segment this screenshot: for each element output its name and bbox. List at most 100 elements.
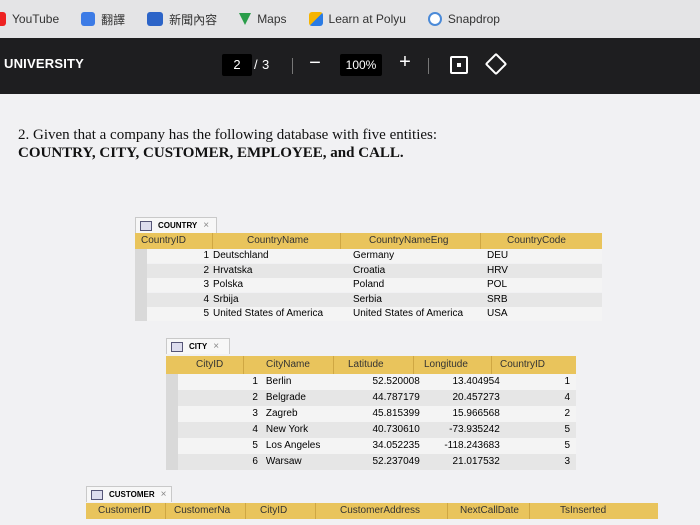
question-text: 2. Given that a company has the followin…: [18, 126, 437, 162]
table-cell[interactable]: Polska: [209, 278, 347, 292]
table-cell[interactable]: Warsaw: [262, 454, 348, 470]
table-row[interactable]: 3 Zagreb 45.815399 15.966568 2: [178, 406, 576, 422]
table-cell[interactable]: Croatia: [347, 264, 481, 278]
table-cell[interactable]: 4: [178, 422, 262, 438]
column-header[interactable]: CityID: [246, 503, 316, 519]
close-icon[interactable]: ×: [203, 220, 209, 231]
table-cell[interactable]: Hrvatska: [209, 264, 347, 278]
table-cell[interactable]: -118.243683: [424, 438, 504, 454]
column-header[interactable]: CustomerAddress: [316, 503, 448, 519]
column-header[interactable]: CustomerNa: [166, 503, 246, 519]
column-header[interactable]: CustomerID: [86, 503, 166, 519]
table-cell[interactable]: Los Angeles: [262, 438, 348, 454]
table-cell[interactable]: 2: [178, 390, 262, 406]
table-cell[interactable]: 4: [147, 293, 213, 307]
table-cell[interactable]: 2: [147, 264, 213, 278]
row-selector[interactable]: [135, 249, 147, 321]
customer-table-tab[interactable]: CUSTOMER ×: [86, 486, 172, 502]
country-table-tab[interactable]: COUNTRY ×: [135, 217, 217, 233]
table-icon: [140, 220, 152, 231]
table-cell[interactable]: 5: [504, 438, 576, 454]
rotate-icon[interactable]: [484, 52, 508, 76]
table-cell[interactable]: DEU: [481, 249, 602, 263]
table-cell[interactable]: 1: [147, 249, 213, 263]
column-header[interactable]: Latitude: [334, 356, 414, 374]
table-cell[interactable]: 4: [504, 390, 576, 406]
table-cell[interactable]: Belgrade: [262, 390, 348, 406]
table-cell[interactable]: HRV: [481, 264, 602, 278]
bookmark-snapdrop[interactable]: Snapdrop: [427, 12, 500, 26]
column-header[interactable]: CityName: [244, 356, 334, 374]
table-cell[interactable]: Berlin: [262, 374, 348, 390]
close-icon[interactable]: ×: [161, 489, 167, 500]
table-cell[interactable]: Zagreb: [262, 406, 348, 422]
table-cell[interactable]: 34.052235: [348, 438, 424, 454]
city-table-tab[interactable]: CITY ×: [166, 338, 230, 354]
page-number-input[interactable]: 2: [222, 54, 252, 76]
table-cell[interactable]: 15.966568: [424, 406, 504, 422]
column-header[interactable]: CityID: [166, 356, 244, 374]
table-cell[interactable]: 52.520008: [348, 374, 424, 390]
close-icon[interactable]: ×: [213, 341, 219, 352]
table-row[interactable]: 1 Deutschland Germany DEU: [147, 249, 602, 263]
column-header[interactable]: CountryCode: [481, 233, 602, 249]
table-cell[interactable]: Deutschland: [209, 249, 347, 263]
bookmark-news[interactable]: 新聞內容: [147, 11, 217, 28]
snapdrop-icon: [427, 12, 442, 26]
table-cell[interactable]: 5: [178, 438, 262, 454]
table-cell[interactable]: SRB: [481, 293, 602, 307]
table-cell[interactable]: 1: [504, 374, 576, 390]
bookmark-translate[interactable]: 翻譯: [81, 11, 125, 28]
zoom-out-button[interactable]: −: [306, 52, 324, 75]
table-cell[interactable]: United States of America: [209, 307, 347, 321]
table-cell[interactable]: 3: [147, 278, 213, 292]
table-cell[interactable]: 52.237049: [348, 454, 424, 470]
table-cell[interactable]: 5: [504, 422, 576, 438]
fit-page-icon[interactable]: [450, 56, 468, 74]
table-row[interactable]: 6 Warsaw 52.237049 21.017532 3: [178, 454, 576, 470]
youtube-icon: [0, 12, 6, 26]
table-row[interactable]: 5 United States of America United States o…: [147, 307, 602, 321]
bookmark-learn[interactable]: Learn at Polyu: [308, 12, 406, 26]
row-selector[interactable]: [166, 374, 178, 470]
table-cell[interactable]: -73.935242: [424, 422, 504, 438]
column-header[interactable]: CountryNameEng: [341, 233, 481, 249]
table-cell[interactable]: New York: [262, 422, 348, 438]
table-cell[interactable]: POL: [481, 278, 602, 292]
table-cell[interactable]: 40.730610: [348, 422, 424, 438]
table-cell[interactable]: 20.457273: [424, 390, 504, 406]
table-cell[interactable]: 2: [504, 406, 576, 422]
table-cell[interactable]: 3: [504, 454, 576, 470]
table-cell[interactable]: Poland: [347, 278, 481, 292]
table-cell[interactable]: Srbija: [209, 293, 347, 307]
table-cell[interactable]: 21.017532: [424, 454, 504, 470]
table-cell[interactable]: United States of America: [347, 307, 481, 321]
table-cell[interactable]: Serbia: [347, 293, 481, 307]
table-cell[interactable]: 3: [178, 406, 262, 422]
bookmark-youtube[interactable]: YouTube: [0, 12, 59, 26]
table-row[interactable]: 4 Srbija Serbia SRB: [147, 292, 602, 307]
table-cell[interactable]: 13.404954: [424, 374, 504, 390]
column-header[interactable]: CountryID: [135, 233, 213, 249]
column-header[interactable]: CountryID: [492, 356, 576, 374]
table-row[interactable]: 1 Berlin 52.520008 13.404954 1: [178, 374, 576, 390]
table-row[interactable]: 4 New York 40.730610 -73.935242 5: [178, 422, 576, 438]
column-header[interactable]: TsInserted: [530, 503, 658, 519]
zoom-in-button[interactable]: +: [396, 51, 414, 74]
table-cell[interactable]: 45.815399: [348, 406, 424, 422]
column-header[interactable]: CountryName: [213, 233, 341, 249]
table-row[interactable]: 2 Belgrade 44.787179 20.457273 4: [178, 390, 576, 406]
column-header[interactable]: Longitude: [414, 356, 492, 374]
bookmark-maps[interactable]: Maps: [239, 12, 287, 26]
table-cell[interactable]: 1: [178, 374, 262, 390]
table-cell[interactable]: 6: [178, 454, 262, 470]
table-cell[interactable]: 44.787179: [348, 390, 424, 406]
table-row[interactable]: 2 Hrvatska Croatia HRV: [147, 263, 602, 278]
column-header[interactable]: NextCallDate: [448, 503, 530, 519]
table-cell[interactable]: Germany: [347, 249, 481, 263]
table-row[interactable]: 5 Los Angeles 34.052235 -118.243683 5: [178, 438, 576, 454]
table-cell[interactable]: USA: [481, 307, 602, 321]
table-row[interactable]: 3 Polska Poland POL: [147, 278, 602, 292]
zoom-level-input[interactable]: 100%: [340, 54, 382, 76]
table-cell[interactable]: 5: [147, 307, 213, 321]
